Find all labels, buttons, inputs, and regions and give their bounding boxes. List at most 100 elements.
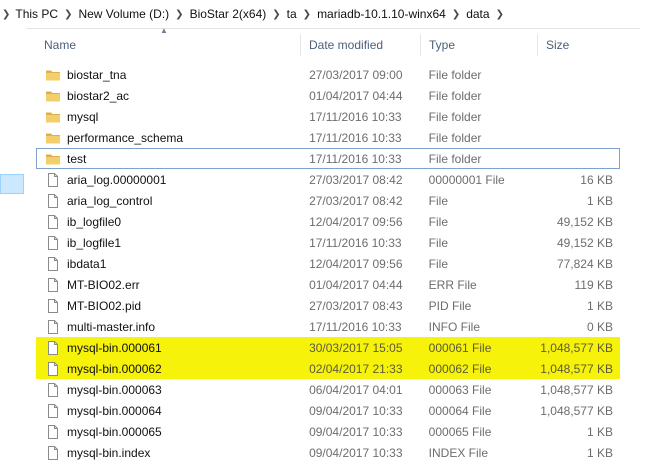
file-icon (45, 277, 61, 293)
file-date: 09/04/2017 10:33 (309, 403, 403, 418)
file-type: INFO File (428, 319, 481, 334)
sort-ascending-icon: ▲ (160, 26, 168, 35)
file-row[interactable]: ibdata1 12/04/2017 09:56 File 77,824 KB (36, 253, 620, 274)
folder-icon (45, 151, 61, 167)
file-row[interactable]: ib_logfile0 12/04/2017 09:56 File 49,152 KB (36, 211, 620, 232)
file-name-cell: performance_schema (37, 130, 301, 146)
file-type: ERR File (428, 277, 477, 292)
file-name: mysql-bin.000064 (67, 403, 162, 418)
file-row[interactable]: mysql-bin.000062 02/04/2017 21:33 000062 F… (36, 358, 620, 379)
file-name: test (67, 151, 87, 166)
file-name: MT-BIO02.pid (67, 298, 142, 313)
column-header-type[interactable]: Type (421, 34, 538, 56)
address-bar[interactable]: ❯ This PC ❯ New Volume (D:) ❯ BioStar 2(… (0, 0, 650, 29)
column-header-size[interactable]: Size (538, 34, 620, 56)
column-header-name[interactable]: ▲ Name (36, 27, 301, 56)
breadcrumb-this-pc[interactable]: This PC (13, 7, 60, 21)
file-type: File (428, 214, 449, 229)
file-date: 09/04/2017 10:33 (309, 445, 403, 460)
file-row[interactable]: ib_logfile1 17/11/2016 10:33 File 49,152 KB (36, 232, 620, 253)
file-type: File (428, 193, 449, 208)
column-header-date[interactable]: Date modified (301, 34, 421, 56)
file-row[interactable]: mysql-bin.000065 09/04/2017 10:33 000065 F… (36, 421, 620, 442)
chevron-right-icon[interactable]: ❯ (171, 9, 187, 20)
file-name-cell: mysql-bin.000061 (37, 340, 301, 356)
file-row[interactable]: mysql 17/11/2016 10:33 File folder (36, 106, 620, 127)
breadcrumb-biostar[interactable]: BioStar 2(x64) (188, 7, 269, 21)
file-name: multi-master.info (67, 319, 156, 334)
file-type: 00000001 File (428, 172, 505, 187)
file-type: File (428, 256, 449, 271)
file-name: mysql-bin.000062 (67, 361, 162, 376)
file-name-cell: aria_log.00000001 (37, 172, 301, 188)
chevron-right-icon[interactable]: ❯ (299, 9, 315, 20)
file-name-cell: test (37, 151, 301, 167)
file-icon (45, 235, 61, 251)
file-date: 30/03/2017 15:05 (309, 340, 403, 355)
file-name: mysql (67, 109, 99, 124)
file-name-cell: aria_log_control (37, 193, 301, 209)
chevron-right-icon[interactable]: ❯ (492, 9, 508, 20)
file-date: 17/11/2016 10:33 (309, 109, 402, 124)
breadcrumb-mariadb[interactable]: mariadb-10.1.10-winx64 (315, 7, 448, 21)
file-date: 01/04/2017 04:44 (309, 88, 403, 103)
file-row[interactable]: multi-master.info 17/11/2016 10:33 INFO Fi… (36, 316, 620, 337)
file-icon (45, 214, 61, 230)
breadcrumb-ta[interactable]: ta (285, 7, 299, 21)
file-row[interactable]: MT-BIO02.pid 27/03/2017 08:43 PID File 1 KB (36, 295, 620, 316)
file-list: biostar_tna 27/03/2017 09:00 File folder bi… (36, 64, 620, 463)
file-size: 1 KB (586, 298, 613, 313)
file-row[interactable]: mysql-bin.index 09/04/2017 10:33 INDEX Fil… (36, 442, 620, 463)
file-row[interactable]: test 17/11/2016 10:33 File folder (36, 148, 620, 169)
file-name-cell: mysql-bin.000064 (37, 403, 301, 419)
chevron-right-icon[interactable]: ❯ (0, 9, 13, 20)
file-type: PID File (428, 298, 472, 313)
file-size: 16 KB (580, 172, 613, 187)
breadcrumb-new-volume[interactable]: New Volume (D:) (76, 7, 171, 21)
file-icon (45, 361, 61, 377)
file-row[interactable]: mysql-bin.000061 30/03/2017 15:05 000061 F… (36, 337, 620, 358)
file-date: 17/11/2016 10:33 (309, 130, 402, 145)
file-name: mysql-bin.000065 (67, 424, 162, 439)
file-row[interactable]: performance_schema 17/11/2016 10:33 File f… (36, 127, 620, 148)
file-name: performance_schema (67, 130, 184, 145)
file-date: 06/04/2017 04:01 (309, 382, 403, 397)
file-date: 17/11/2016 10:33 (309, 235, 402, 250)
file-size: 119 KB (574, 277, 613, 292)
folder-icon (45, 109, 61, 125)
file-name-cell: ib_logfile1 (37, 235, 301, 251)
file-name: biostar2_ac (67, 88, 130, 103)
file-type: File folder (428, 88, 482, 103)
file-row[interactable]: aria_log_control 27/03/2017 08:42 File 1 KB (36, 190, 620, 211)
file-name: aria_log_control (67, 193, 153, 208)
chevron-right-icon[interactable]: ❯ (60, 9, 76, 20)
file-name: mysql-bin.000063 (67, 382, 162, 397)
navigation-pane[interactable] (0, 28, 26, 474)
file-size: 1 KB (586, 424, 613, 439)
chevron-right-icon[interactable]: ❯ (268, 9, 284, 20)
file-type: File folder (428, 67, 482, 82)
nav-selected-item[interactable] (0, 174, 24, 194)
chevron-right-icon[interactable]: ❯ (448, 9, 464, 20)
file-date: 12/04/2017 09:56 (309, 214, 403, 229)
file-type: 000063 File (428, 382, 492, 397)
file-row[interactable]: aria_log.00000001 27/03/2017 08:42 0000000… (36, 169, 620, 190)
file-row[interactable]: biostar_tna 27/03/2017 09:00 File folder (36, 64, 620, 85)
file-name: ibdata1 (67, 256, 107, 271)
file-row[interactable]: mysql-bin.000064 09/04/2017 10:33 000064 F… (36, 400, 620, 421)
breadcrumb-data[interactable]: data (464, 7, 491, 21)
file-icon (45, 319, 61, 335)
file-size: 1,048,577 KB (540, 340, 613, 355)
file-icon (45, 445, 61, 461)
file-name: aria_log.00000001 (67, 172, 167, 187)
file-date: 12/04/2017 09:56 (309, 256, 403, 271)
file-size: 1,048,577 KB (540, 403, 613, 418)
file-size: 0 KB (586, 319, 613, 334)
file-size: 77,824 KB (556, 256, 613, 271)
file-date: 02/04/2017 21:33 (309, 361, 403, 376)
file-size: 49,152 KB (556, 235, 613, 250)
file-size: 1 KB (586, 193, 613, 208)
file-row[interactable]: biostar2_ac 01/04/2017 04:44 File folder (36, 85, 620, 106)
file-row[interactable]: mysql-bin.000063 06/04/2017 04:01 000063 F… (36, 379, 620, 400)
file-row[interactable]: MT-BIO02.err 01/04/2017 04:44 ERR File 119 … (36, 274, 620, 295)
